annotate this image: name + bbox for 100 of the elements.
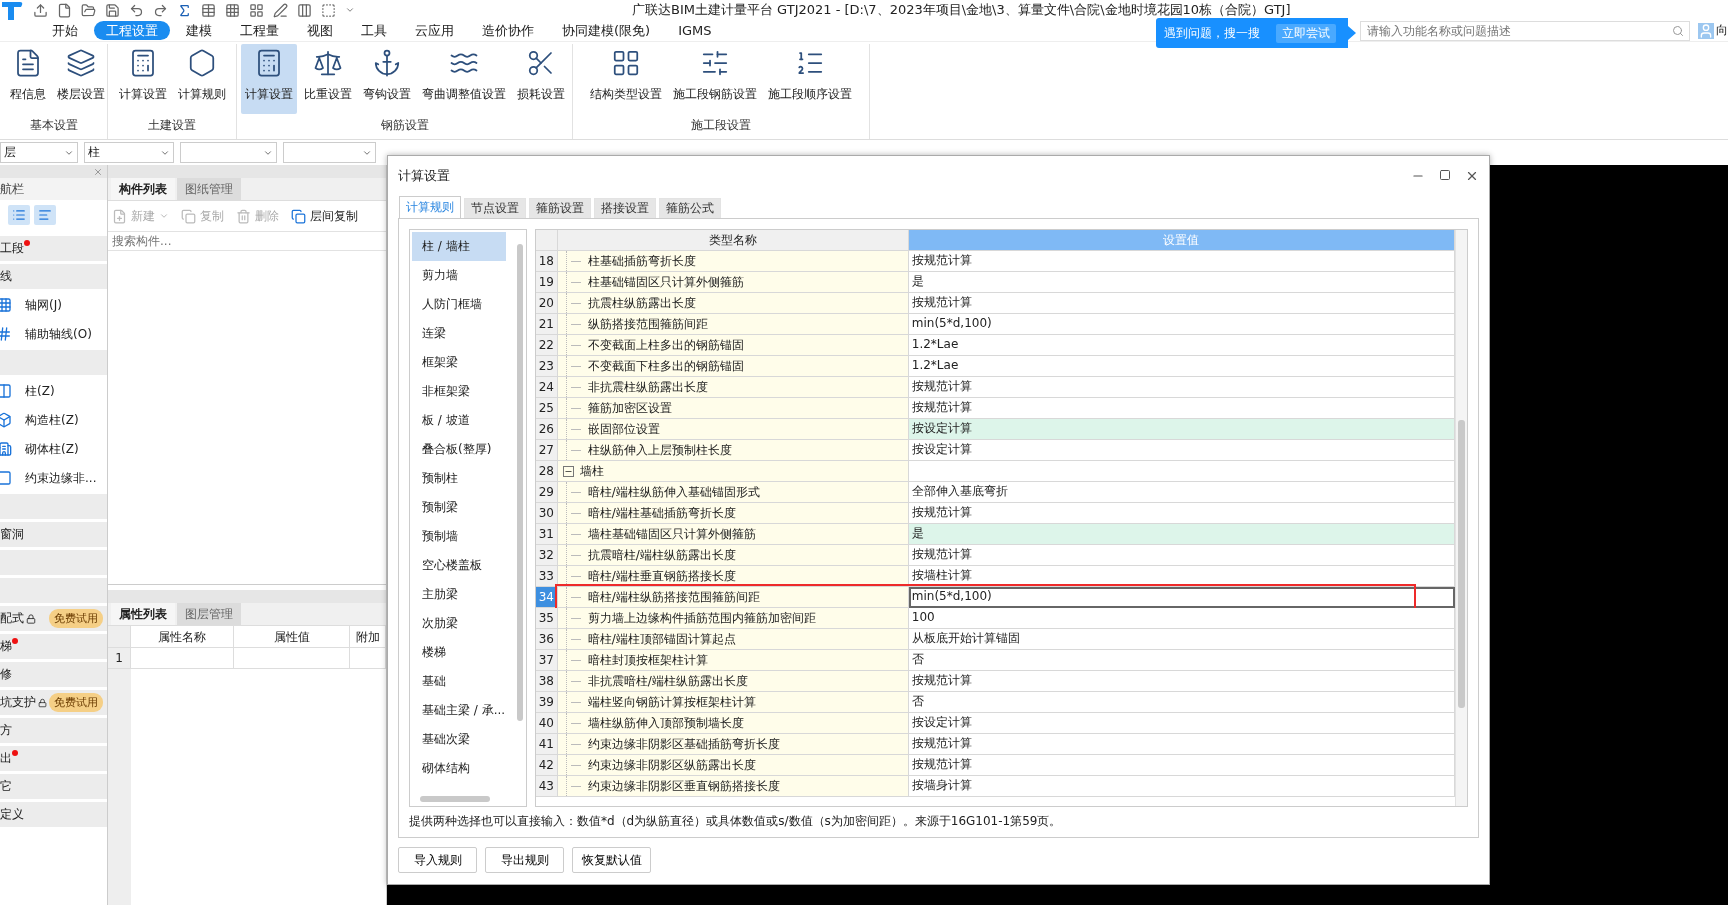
dialog-tab[interactable]: 箍筋设置	[529, 198, 591, 218]
nav-group-row[interactable]: 定义	[0, 802, 107, 827]
menu-tab[interactable]: 工程量	[228, 21, 291, 40]
value-cell[interactable]: 全部伸入基底弯折	[908, 482, 1455, 503]
dialog-tab[interactable]: 计算规则	[399, 196, 461, 218]
dropdown[interactable]	[283, 142, 376, 163]
value-cell[interactable]: 1.2*Lae	[908, 356, 1455, 377]
value-cell[interactable]: 按设定计算	[908, 419, 1455, 440]
value-cell[interactable]: 按规范计算	[908, 398, 1455, 419]
dialog-button[interactable]: 导出规则	[485, 847, 564, 873]
value-cell[interactable]: 是	[908, 272, 1455, 293]
ribbon-button[interactable]: 计算设置	[240, 44, 297, 114]
detail-view-icon[interactable]	[34, 205, 56, 225]
toolbar-button[interactable]: 层间复制	[291, 207, 358, 225]
undo-icon[interactable]	[129, 2, 144, 18]
nav-item[interactable]: 构造柱(Z)	[25, 411, 79, 429]
list-view-icon[interactable]	[8, 205, 30, 225]
category-item[interactable]: 次肋梁	[412, 609, 506, 638]
category-item[interactable]: 基础主梁 / 承...	[412, 696, 506, 725]
category-item[interactable]: 砌体结构	[412, 754, 506, 783]
nav-group-row[interactable]: 它	[0, 774, 107, 799]
scrollbar-thumb[interactable]	[420, 796, 490, 802]
value-cell[interactable]: 否	[908, 650, 1455, 671]
value-cell[interactable]: 按设定计算	[908, 713, 1455, 734]
nav-group-row[interactable]: 方	[0, 718, 107, 743]
panel-tab[interactable]: 图层管理	[177, 603, 241, 625]
layout-icon[interactable]	[249, 2, 264, 18]
ribbon-button[interactable]: 弯曲调整值设置	[417, 44, 510, 114]
category-item[interactable]: 主肋梁	[412, 580, 506, 609]
dialog-tab[interactable]: 搭接设置	[594, 198, 656, 218]
ribbon-button[interactable]: 施工段钢筋设置	[669, 44, 761, 114]
value-cell[interactable]: min(5*d,100)	[908, 314, 1455, 335]
nav-group-row[interactable]: 工段	[0, 236, 107, 261]
menu-tab[interactable]: 协同建模(限免)	[550, 21, 663, 40]
menu-tab[interactable]: 造价协作	[470, 21, 546, 40]
category-item[interactable]: 非框架梁	[412, 377, 506, 406]
help-search-field[interactable]: 请输入功能名称或问题描述	[1360, 20, 1690, 41]
value-cell[interactable]: 按墙身计算	[908, 776, 1455, 797]
ribbon-button[interactable]: 楼层设置	[53, 44, 109, 114]
dropdown[interactable]	[180, 142, 277, 163]
panel-tab[interactable]: 属性列表	[111, 603, 175, 625]
dialog-button[interactable]: 恢复默认值	[572, 847, 651, 873]
menu-tab[interactable]: 工具	[349, 21, 399, 40]
tree-group-cell[interactable]: 墙柱	[557, 461, 909, 482]
scrollbar-thumb[interactable]	[516, 244, 523, 721]
columns-icon[interactable]	[297, 2, 312, 18]
collapse-icon[interactable]	[562, 466, 574, 477]
menu-tab[interactable]: 开始	[40, 21, 90, 40]
close-icon[interactable]	[1465, 169, 1479, 183]
avatar-icon[interactable]	[1698, 22, 1714, 39]
caret-icon[interactable]	[345, 5, 355, 15]
value-cell[interactable]: 按规范计算	[908, 671, 1455, 692]
value-cell[interactable]: 按规范计算	[908, 503, 1455, 524]
value-cell[interactable]: 按规范计算	[908, 251, 1455, 272]
nav-group-row[interactable]: 坑支护 免费试用	[0, 690, 107, 715]
value-cell[interactable]: 从板底开始计算锚固	[908, 629, 1455, 650]
folder-icon[interactable]	[81, 2, 96, 18]
sigma-icon[interactable]	[177, 2, 192, 18]
nav-item[interactable]: 砌体柱(Z)	[25, 440, 79, 458]
menu-tab[interactable]: 建模	[174, 21, 224, 40]
category-item[interactable]: 预制梁	[412, 493, 506, 522]
value-cell[interactable]: 100	[908, 608, 1455, 629]
ribbon-button[interactable]: 损耗设置	[512, 44, 569, 114]
menu-tab[interactable]: IGMS	[666, 21, 724, 40]
menu-tab[interactable]: 视图	[295, 21, 345, 40]
ribbon-button[interactable]: 施工段顺序设置	[764, 44, 856, 114]
value-cell[interactable]: 否	[908, 692, 1455, 713]
nav-group-row[interactable]: 梯	[0, 634, 107, 659]
ribbon-button[interactable]: 程信息	[6, 44, 50, 114]
value-cell[interactable]: 按规范计算	[908, 377, 1455, 398]
panel-tab[interactable]: 图纸管理	[177, 178, 241, 200]
ribbon-button[interactable]: 计算规则	[173, 44, 230, 114]
category-item[interactable]: 叠合板(整厚)	[412, 435, 506, 464]
value-cell[interactable]: 按规范计算	[908, 293, 1455, 314]
value-cell[interactable]: 按墙柱计算	[908, 566, 1455, 587]
nav-item[interactable]: 约束边缘非...	[25, 469, 97, 487]
value-cell[interactable]: 1.2*Lae	[908, 335, 1455, 356]
category-item[interactable]: 板 / 坡道	[412, 406, 506, 435]
pen-icon[interactable]	[273, 2, 288, 18]
nav-item[interactable]: 轴网(J)	[25, 296, 62, 314]
category-item[interactable]: 预制墙	[412, 522, 506, 551]
category-item[interactable]: 剪力墙	[412, 261, 506, 290]
nav-item[interactable]: 柱(Z)	[25, 382, 55, 400]
value-cell[interactable]: 是	[908, 524, 1455, 545]
category-item[interactable]: 空心楼盖板	[412, 551, 506, 580]
dropdown[interactable]: 柱	[84, 142, 174, 163]
category-item[interactable]: 人防门框墙	[412, 290, 506, 319]
dialog-tab[interactable]: 节点设置	[464, 198, 526, 218]
dialog-button[interactable]: 导入规则	[398, 847, 477, 873]
category-item[interactable]: 基础	[412, 667, 506, 696]
menu-tab[interactable]: 云应用	[403, 21, 466, 40]
category-item[interactable]: 基础次梁	[412, 725, 506, 754]
value-cell[interactable]: 按规范计算	[908, 755, 1455, 776]
grid-icon[interactable]	[225, 2, 240, 18]
category-item[interactable]: 预制柱	[412, 464, 506, 493]
search-icon[interactable]	[1672, 24, 1684, 37]
dropdown[interactable]: 层	[0, 142, 78, 163]
table-icon[interactable]	[201, 2, 216, 18]
nav-item[interactable]: 辅助轴线(O)	[25, 325, 92, 343]
ribbon-button[interactable]: 结构类型设置	[586, 44, 666, 114]
